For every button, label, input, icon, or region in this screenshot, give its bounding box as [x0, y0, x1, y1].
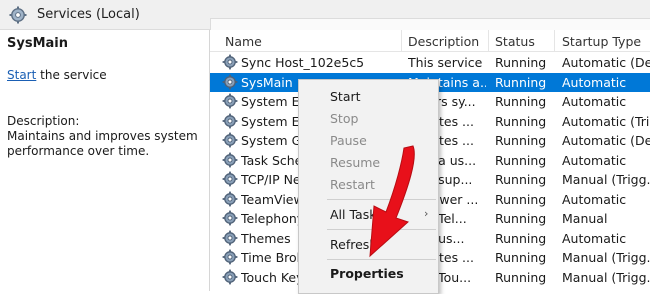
- service-details-pane: SysMain Start the service Description: M…: [0, 30, 209, 291]
- table-row[interactable]: Sync Host_102e5c5 This service ... Running…: [210, 53, 650, 72]
- service-startup-cell: Automatic: [562, 191, 627, 207]
- column-header-startup-type[interactable]: Startup Type: [562, 34, 641, 49]
- service-startup-cell: Manual (Trigg...: [562, 269, 650, 285]
- column-header-status[interactable]: Status: [495, 34, 535, 49]
- service-startup-cell: Automatic (De...: [562, 133, 650, 148]
- service-startup-cell: Automatic (De...: [562, 55, 650, 70]
- service-status-cell: Running: [495, 133, 547, 148]
- description-label: Description:: [7, 114, 80, 128]
- service-startup-cell: Automatic: [562, 94, 627, 109]
- gear-icon: [222, 152, 238, 168]
- gear-icon: [222, 230, 238, 246]
- service-description: Maintains and improves system performanc…: [7, 129, 198, 158]
- service-startup-cell: Manual: [562, 211, 608, 226]
- service-status-cell: Running: [495, 172, 547, 187]
- table-header: Name Description Status Startup Type: [210, 30, 650, 52]
- gear-icon: [222, 74, 238, 90]
- column-divider[interactable]: [488, 30, 489, 52]
- gear-icon: [222, 93, 238, 109]
- service-name-cell: Sync Host_102e5c5: [241, 55, 365, 70]
- column-divider[interactable]: [401, 30, 402, 52]
- service-status-cell: Running: [495, 211, 547, 226]
- service-status-cell: Running: [495, 230, 547, 246]
- service-status-cell: Running: [495, 55, 547, 70]
- service-status-cell: Running: [495, 74, 547, 90]
- service-status-cell: Running: [495, 269, 547, 285]
- service-action: Start the service: [7, 68, 107, 82]
- service-startup-cell: Automatic: [562, 152, 627, 168]
- service-status-cell: Running: [495, 113, 547, 129]
- service-status-cell: Running: [495, 191, 547, 207]
- start-service-link[interactable]: Start: [7, 68, 36, 82]
- gear-icon: [222, 249, 238, 265]
- service-status-cell: Running: [495, 250, 547, 265]
- gear-icon: [222, 191, 238, 207]
- gear-icon: [222, 54, 238, 70]
- service-startup-cell: Automatic: [562, 74, 627, 90]
- column-divider[interactable]: [554, 30, 555, 52]
- service-startup-cell: Manual (Trigg...: [562, 172, 650, 187]
- gear-icon: [222, 171, 238, 187]
- column-header-name[interactable]: Name: [225, 34, 262, 49]
- column-header-description[interactable]: Description: [408, 34, 479, 49]
- services-gear-icon: [9, 6, 27, 24]
- menu-item-properties[interactable]: Properties: [330, 266, 404, 281]
- service-startup-cell: Automatic (Tri...: [562, 113, 650, 129]
- window-title: Services (Local): [37, 7, 140, 22]
- selected-service-name: SysMain: [7, 36, 68, 51]
- service-startup-cell: Automatic: [562, 230, 627, 246]
- menu-item-stop: Stop: [330, 111, 359, 126]
- menu-item-start[interactable]: Start: [330, 89, 361, 104]
- start-service-text: the service: [36, 68, 107, 82]
- gear-icon: [222, 113, 238, 129]
- red-arrow-icon: [369, 145, 415, 258]
- service-startup-cell: Manual (Trigg...: [562, 250, 650, 265]
- service-status-cell: Running: [495, 94, 547, 109]
- window-titlebar: Services (Local): [0, 0, 650, 31]
- service-description-cell: This service ...: [408, 55, 486, 70]
- service-status-cell: Running: [495, 152, 547, 168]
- gear-icon: [222, 132, 238, 148]
- gear-icon: [222, 210, 238, 226]
- gear-icon: [222, 269, 238, 285]
